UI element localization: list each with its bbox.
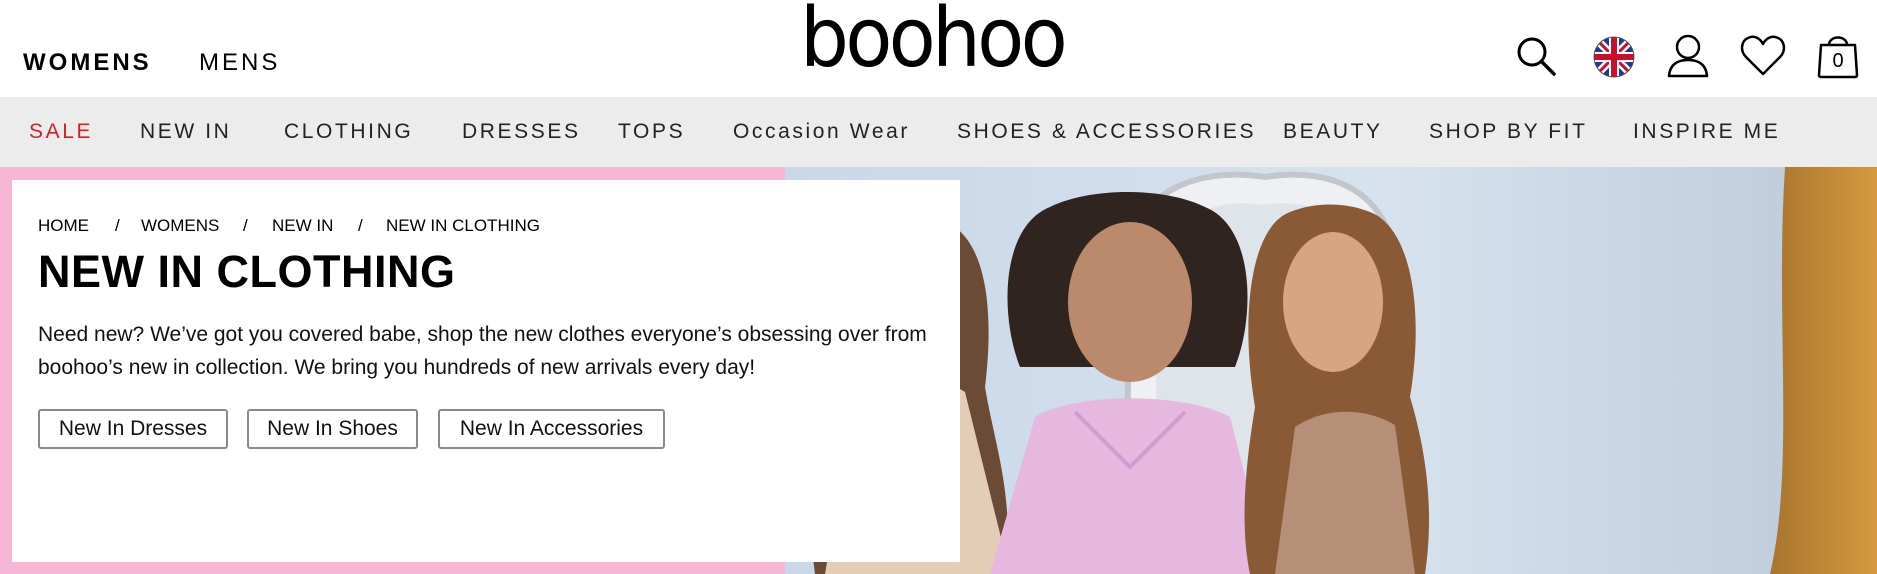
hero-banner: HOME / WOMENS / NEW IN / NEW IN CLOTHING… [0,167,1877,574]
category-beauty[interactable]: BEAUTY [1283,119,1383,145]
category-shop-by-fit[interactable]: SHOP BY FIT [1429,119,1588,145]
nav-womens[interactable]: WOMENS [23,49,152,77]
breadcrumb-current: NEW IN CLOTHING [386,216,540,235]
nav-mens[interactable]: MENS [199,49,280,77]
new-in-dresses-button[interactable]: New In Dresses [38,409,228,449]
breadcrumb-separator: / [115,216,120,235]
category-new-in[interactable]: NEW IN [140,119,231,145]
breadcrumb-separator: / [243,216,248,235]
category-clothing[interactable]: CLOTHING [284,119,413,145]
new-in-shoes-button[interactable]: New In Shoes [247,409,418,449]
category-nav: SALE NEW IN CLOTHING DRESSES TOPS Occasi… [0,97,1877,167]
search-icon[interactable] [1516,30,1558,80]
new-in-accessories-button[interactable]: New In Accessories [438,409,665,449]
category-occasion-wear[interactable]: Occasion Wear [733,119,910,145]
category-shoes-accessories[interactable]: SHOES & ACCESSORIES [957,119,1256,145]
page-title: NEW IN CLOTHING [38,246,456,297]
boohoo-logo[interactable]: boohoo [800,2,1066,74]
breadcrumb-womens[interactable]: WOMENS [141,216,219,236]
category-inspire-me[interactable]: INSPIRE ME [1633,119,1780,145]
category-sale[interactable]: SALE [29,119,93,145]
svg-text:boohoo: boohoo [800,2,1064,74]
bag-count: 0 [1832,50,1844,72]
breadcrumb-separator: / [358,216,363,235]
shopping-bag-icon[interactable]: 0 [1816,30,1860,80]
category-dresses[interactable]: DRESSES [462,119,581,145]
category-tops[interactable]: TOPS [618,119,685,145]
hero-info-card: HOME / WOMENS / NEW IN / NEW IN CLOTHING… [12,180,960,562]
top-header: WOMENS MENS boohoo 0 [0,0,1877,97]
wishlist-heart-icon[interactable] [1740,30,1786,80]
category-intro-text: Need new? We’ve got you covered babe, sh… [38,323,927,379]
account-icon[interactable] [1666,30,1710,80]
breadcrumb-new-in[interactable]: NEW IN [272,216,333,236]
uk-flag-icon[interactable] [1592,30,1636,80]
breadcrumb-home[interactable]: HOME [38,216,89,236]
